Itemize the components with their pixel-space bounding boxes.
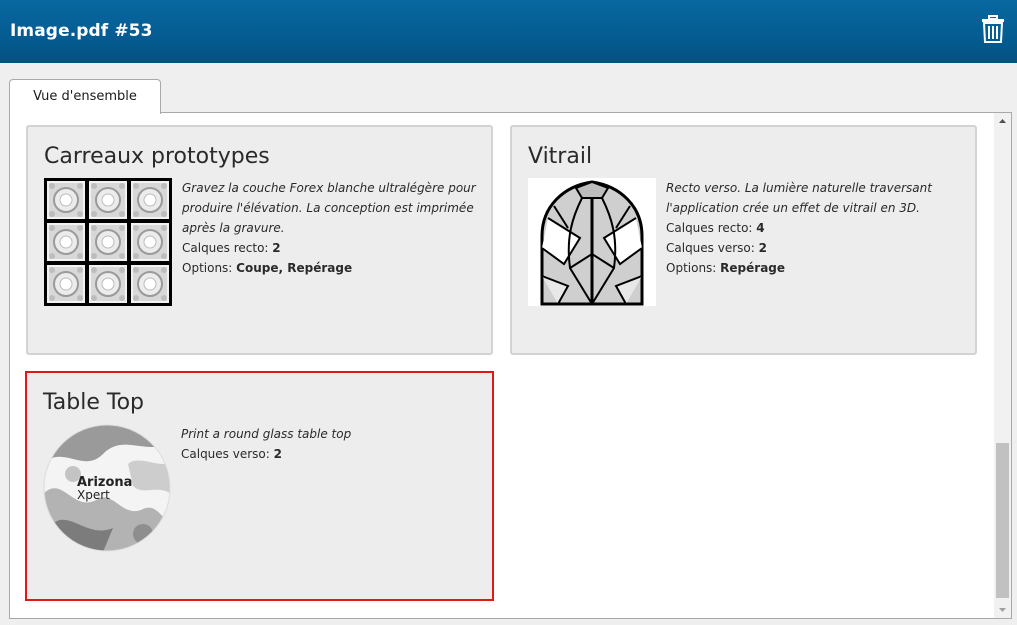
tab-overview[interactable]: Vue d'ensemble — [9, 79, 161, 114]
card-title: Table Top — [43, 390, 145, 415]
scroll-up-arrow-icon[interactable] — [994, 113, 1011, 130]
vertical-scrollbar[interactable] — [994, 113, 1011, 618]
card-carreaux-prototypes[interactable]: Carreaux prototypes Gravez la couche For… — [26, 125, 493, 355]
layers-front-row: Calques recto: 4 — [666, 221, 765, 235]
options-row: Options: Coupe, Repérage — [182, 261, 353, 275]
description-text: Print a round glass table top — [181, 427, 352, 441]
card-title: Vitrail — [528, 144, 593, 169]
card-description: Print a round glass table top Calques ve… — [181, 424, 482, 464]
overview-panel: Carreaux prototypes Gravez la couche For… — [9, 112, 1012, 619]
tile-grid-image — [44, 178, 172, 306]
description-text: Recto verso. La lumière naturelle traver… — [666, 181, 932, 215]
scrollbar-thumb[interactable] — [996, 443, 1009, 598]
card-title: Carreaux prototypes — [44, 144, 270, 169]
trash-icon[interactable] — [980, 15, 1006, 43]
round-table-top-image: Arizona Xpert — [43, 424, 171, 552]
layers-front-row: Calques recto: 2 — [182, 241, 281, 255]
card-vitrail[interactable]: Vitrail Recto verso. La lumière naturell… — [510, 125, 977, 355]
document-title: Image.pdf #53 — [10, 21, 153, 41]
app-header: Image.pdf #53 — [0, 0, 1017, 63]
description-text: Gravez la couche Forex blanche ultralégè… — [182, 181, 476, 235]
scroll-down-arrow-icon[interactable] — [994, 601, 1011, 618]
stained-glass-window-image — [528, 178, 656, 306]
card-table-top[interactable]: Table Top Arizona Xpert Print a round gl… — [25, 371, 494, 601]
layers-back-row: Calques verso: 2 — [666, 241, 767, 255]
card-description: Recto verso. La lumière naturelle traver… — [666, 178, 965, 278]
options-row: Options: Repérage — [666, 261, 786, 275]
svg-text:Xpert: Xpert — [77, 488, 110, 502]
card-description: Gravez la couche Forex blanche ultralégè… — [182, 178, 481, 278]
layers-back-row: Calques verso: 2 — [181, 447, 282, 461]
